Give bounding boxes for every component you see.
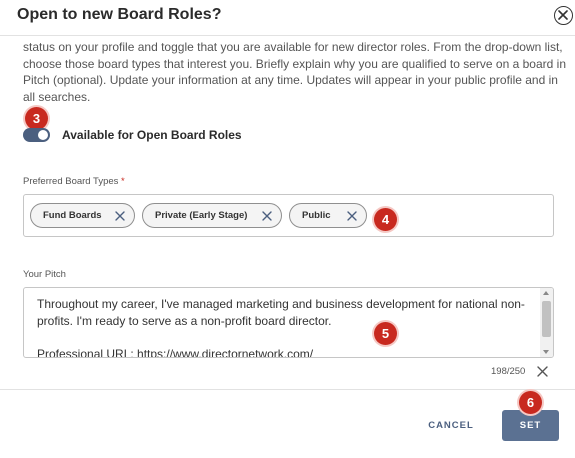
- required-mark: *: [121, 176, 125, 187]
- board-types-label-text: Preferred Board Types: [23, 176, 119, 187]
- cancel-button[interactable]: CANCEL: [422, 413, 480, 439]
- scroll-up-arrow-icon[interactable]: [543, 291, 549, 295]
- availability-toggle[interactable]: [23, 128, 50, 142]
- dialog-title: Open to new Board Roles?: [17, 6, 222, 23]
- character-counter: 198/250: [491, 366, 526, 377]
- chip-label: Fund Boards: [43, 210, 102, 221]
- dialog-header: Open to new Board Roles?: [0, 0, 575, 36]
- toggle-knob: [38, 130, 48, 140]
- chip-label: Public: [302, 210, 331, 221]
- footer-divider: [0, 389, 575, 390]
- step-marker-3: 3: [25, 107, 48, 130]
- chip-fund-boards[interactable]: Fund Boards: [30, 203, 135, 228]
- pitch-label: Your Pitch: [23, 269, 66, 280]
- board-types-select[interactable]: Fund Boards Private (Early Stage) Public: [23, 194, 554, 237]
- step-marker-4: 4: [374, 208, 397, 231]
- scroll-thumb[interactable]: [542, 301, 551, 337]
- board-types-label: Preferred Board Types *: [23, 176, 125, 187]
- pitch-text: Throughout my career, I've managed marke…: [37, 297, 525, 358]
- step-marker-5: 5: [374, 322, 397, 345]
- availability-label: Available for Open Board Roles: [62, 128, 242, 142]
- chip-private-early-stage[interactable]: Private (Early Stage): [142, 203, 282, 228]
- remove-chip-icon[interactable]: [262, 211, 272, 221]
- pitch-scrollbar[interactable]: [540, 288, 553, 357]
- set-button[interactable]: SET: [502, 410, 559, 441]
- step-marker-6: 6: [519, 391, 542, 414]
- intro-text: status on your profile and toggle that y…: [23, 40, 566, 104]
- remove-chip-icon[interactable]: [115, 211, 125, 221]
- clear-pitch-icon[interactable]: [537, 366, 548, 377]
- close-button[interactable]: [554, 6, 573, 25]
- remove-chip-icon[interactable]: [347, 211, 357, 221]
- scroll-down-arrow-icon[interactable]: [543, 350, 549, 354]
- pitch-textarea[interactable]: Throughout my career, I've managed marke…: [23, 287, 554, 358]
- chip-label: Private (Early Stage): [155, 210, 248, 221]
- close-icon: [558, 10, 568, 20]
- chip-public[interactable]: Public: [289, 203, 367, 228]
